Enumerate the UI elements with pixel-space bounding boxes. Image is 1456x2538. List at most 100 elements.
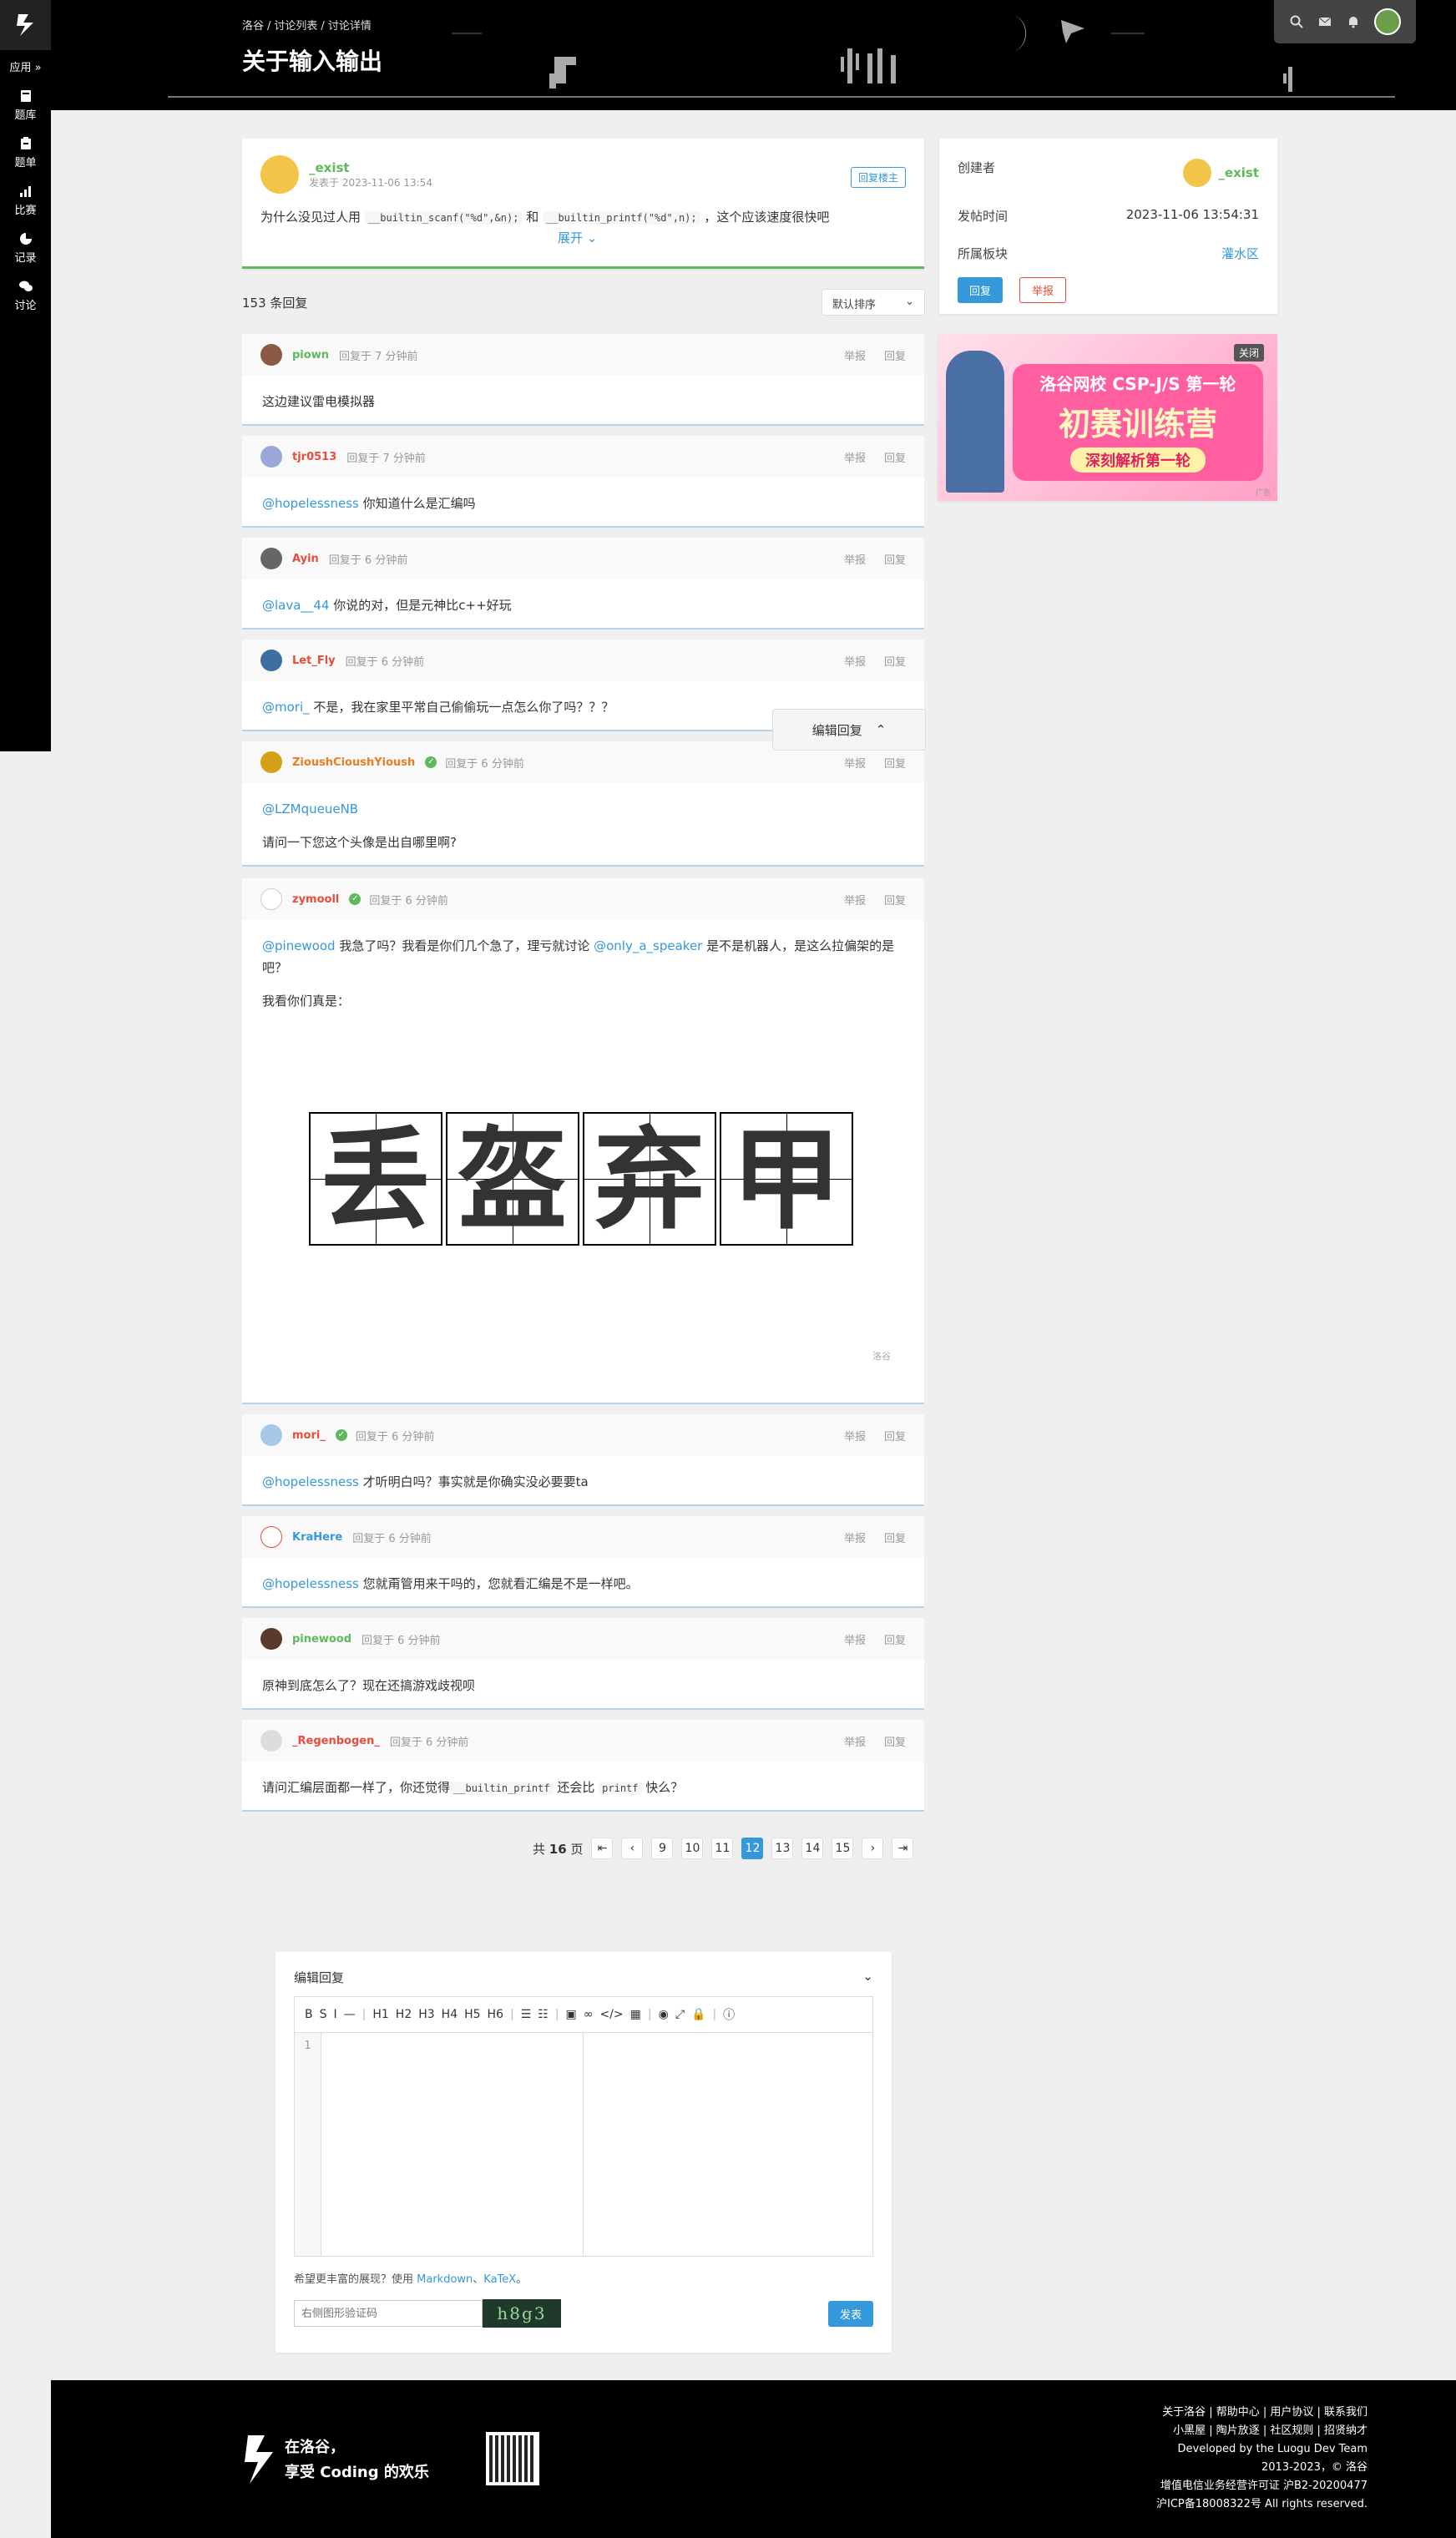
expand-button[interactable]: 展开 ⌄ xyxy=(558,229,597,246)
mention-link[interactable]: @hopelessness xyxy=(262,496,359,511)
avatar[interactable] xyxy=(260,1730,282,1752)
next-page-button[interactable]: › xyxy=(862,1838,884,1859)
avatar[interactable] xyxy=(260,1628,282,1650)
mention-link[interactable]: @mori_ xyxy=(262,700,310,715)
toolbar-button[interactable]: H4 xyxy=(442,2008,458,2021)
markdown-input[interactable]: 1 xyxy=(295,2033,584,2256)
reply-link[interactable]: 回复 xyxy=(884,1635,906,1647)
avatar[interactable] xyxy=(260,548,282,569)
toolbar-button[interactable]: H5 xyxy=(464,2008,480,2021)
reply-link[interactable]: 回复 xyxy=(884,895,906,908)
toolbar-button[interactable]: H2 xyxy=(396,2008,412,2021)
sort-select[interactable]: 默认排序 ⌄ xyxy=(822,289,925,316)
report-link[interactable]: 举报 xyxy=(844,1635,866,1647)
reply-author[interactable]: _Regenbogen_ xyxy=(292,1735,380,1747)
toolbar-button[interactable]: ▣ xyxy=(566,2008,577,2021)
toolbar-button[interactable]: B xyxy=(305,2008,313,2021)
markdown-link[interactable]: Markdown xyxy=(417,2273,473,2286)
mention-link[interactable]: @pinewood xyxy=(262,938,336,953)
toolbar-button[interactable]: ◉ xyxy=(659,2008,669,2021)
toolbar-button[interactable]: 🔒 xyxy=(691,2008,705,2021)
luogu-logo[interactable] xyxy=(0,0,51,50)
sidebar-item-training[interactable]: 题单 xyxy=(0,135,51,169)
mention-link[interactable]: @hopelessness xyxy=(262,1576,359,1591)
search-icon[interactable] xyxy=(1289,14,1304,29)
reply-author[interactable]: tjr0513 xyxy=(292,451,336,463)
toolbar-button[interactable]: ☷ xyxy=(538,2008,549,2021)
report-link[interactable]: 举报 xyxy=(844,895,866,908)
first-page-button[interactable]: ⇤ xyxy=(591,1838,614,1859)
report-link[interactable]: 举报 xyxy=(844,758,866,771)
mention-link[interactable]: @LZMqueueNB xyxy=(262,801,358,817)
bell-icon[interactable] xyxy=(1346,14,1361,29)
reply-link[interactable]: 回复 xyxy=(884,351,906,363)
reply-link[interactable]: 回复 xyxy=(884,656,906,669)
creator-name[interactable]: _exist xyxy=(1218,165,1259,180)
mail-icon[interactable] xyxy=(1317,14,1332,29)
katex-link[interactable]: KaTeX xyxy=(483,2273,516,2286)
sidebar-item-discuss[interactable]: 讨论 xyxy=(0,278,51,312)
report-link[interactable]: 举报 xyxy=(844,1737,866,1749)
app-menu-toggle[interactable]: 应用 » xyxy=(0,50,51,74)
user-avatar[interactable] xyxy=(1374,8,1401,35)
board-link[interactable]: 灌水区 xyxy=(1221,245,1259,262)
page-button[interactable]: 13 xyxy=(771,1838,794,1859)
page-button[interactable]: 10 xyxy=(681,1838,704,1859)
toolbar-button[interactable]: ⓘ xyxy=(723,2006,735,2023)
report-link[interactable]: 举报 xyxy=(844,1431,866,1443)
footer-links-row2[interactable]: 小黑屋 | 陶片放逐 | 社区规则 | 招贤纳才 xyxy=(1156,2422,1368,2440)
sidebar-item-problems[interactable]: 题库 xyxy=(0,88,51,122)
toolbar-button[interactable]: H3 xyxy=(418,2008,434,2021)
reply-link[interactable]: 回复 xyxy=(884,1737,906,1749)
reply-link[interactable]: 回复 xyxy=(884,1431,906,1443)
report-link[interactable]: 举报 xyxy=(844,351,866,363)
reply-author[interactable]: mori_ xyxy=(292,1429,326,1442)
reply-link[interactable]: 回复 xyxy=(884,758,906,771)
report-link[interactable]: 举报 xyxy=(844,452,866,465)
reply-author[interactable]: pinewood xyxy=(292,1633,351,1646)
avatar[interactable] xyxy=(260,1424,282,1446)
mention-link[interactable]: @lava__44 xyxy=(262,598,330,613)
toolbar-button[interactable]: ☰ xyxy=(521,2008,532,2021)
breadcrumb-discuss-detail[interactable]: 讨论详情 xyxy=(328,20,372,33)
breadcrumb-discuss-list[interactable]: 讨论列表 xyxy=(274,20,317,33)
reply-author[interactable]: Ayin xyxy=(292,553,319,565)
reply-author[interactable]: KraHere xyxy=(292,1531,342,1544)
submit-button[interactable]: 发表 xyxy=(827,2300,873,2327)
page-button-current[interactable]: 12 xyxy=(741,1838,764,1859)
footer-icp-license[interactable]: 增值电信业务经营许可证 沪B2-20200477 xyxy=(1156,2477,1368,2495)
toolbar-button[interactable]: H6 xyxy=(488,2008,503,2021)
page-button[interactable]: 9 xyxy=(651,1838,674,1859)
avatar[interactable] xyxy=(260,155,299,194)
reply-button[interactable]: 回复 xyxy=(958,277,1004,303)
avatar[interactable] xyxy=(260,1526,282,1548)
breadcrumb-luogu[interactable]: 洛谷 xyxy=(242,20,264,33)
report-button[interactable]: 举报 xyxy=(1019,277,1067,303)
avatar[interactable] xyxy=(260,888,282,910)
page-button[interactable]: 15 xyxy=(832,1838,854,1859)
reply-author[interactable]: piown xyxy=(292,349,329,361)
toolbar-button[interactable]: ⤢ xyxy=(675,2008,685,2021)
avatar[interactable] xyxy=(260,344,282,366)
captcha-input[interactable] xyxy=(294,2300,483,2327)
reply-link[interactable]: 回复 xyxy=(884,452,906,465)
reply-link[interactable]: 回复 xyxy=(884,1533,906,1545)
reply-author[interactable]: zymooll xyxy=(292,893,339,906)
report-link[interactable]: 举报 xyxy=(844,1533,866,1545)
avatar[interactable] xyxy=(260,650,282,671)
toolbar-button[interactable]: </> xyxy=(599,2008,623,2021)
toolbar-button[interactable]: S xyxy=(320,2008,327,2021)
sidebar-item-contest[interactable]: 比赛 xyxy=(0,183,51,217)
sidebar-item-records[interactable]: 记录 xyxy=(0,230,51,265)
report-link[interactable]: 举报 xyxy=(844,656,866,669)
reply-link[interactable]: 回复 xyxy=(884,554,906,567)
page-button[interactable]: 11 xyxy=(711,1838,734,1859)
toolbar-button[interactable]: ▦ xyxy=(630,2008,641,2021)
ad-banner[interactable]: 关闭 洛谷网校 CSP-J/S 第一轮 初赛训练营 深刻解析第一轮 广告 xyxy=(938,334,1277,501)
last-page-button[interactable]: ⇥ xyxy=(892,1838,914,1859)
toolbar-button[interactable]: H1 xyxy=(372,2008,388,2021)
avatar[interactable] xyxy=(260,751,282,773)
footer-icp-record[interactable]: 沪ICP备18008322号 All rights reserved. xyxy=(1156,2495,1368,2514)
toolbar-button[interactable]: — xyxy=(344,2008,356,2021)
report-link[interactable]: 举报 xyxy=(844,554,866,567)
